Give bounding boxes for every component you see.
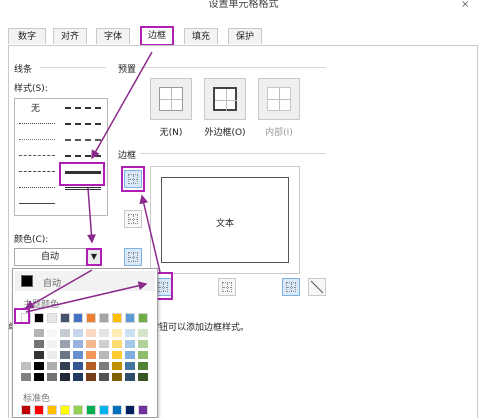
arrow-to-line-style [91, 51, 153, 160]
annotation-arrows [24, 51, 161, 313]
arrow-to-swatch [24, 269, 93, 309]
arrow-to-dropdown [86, 187, 96, 244]
arrow-to-top-border [139, 194, 161, 273]
